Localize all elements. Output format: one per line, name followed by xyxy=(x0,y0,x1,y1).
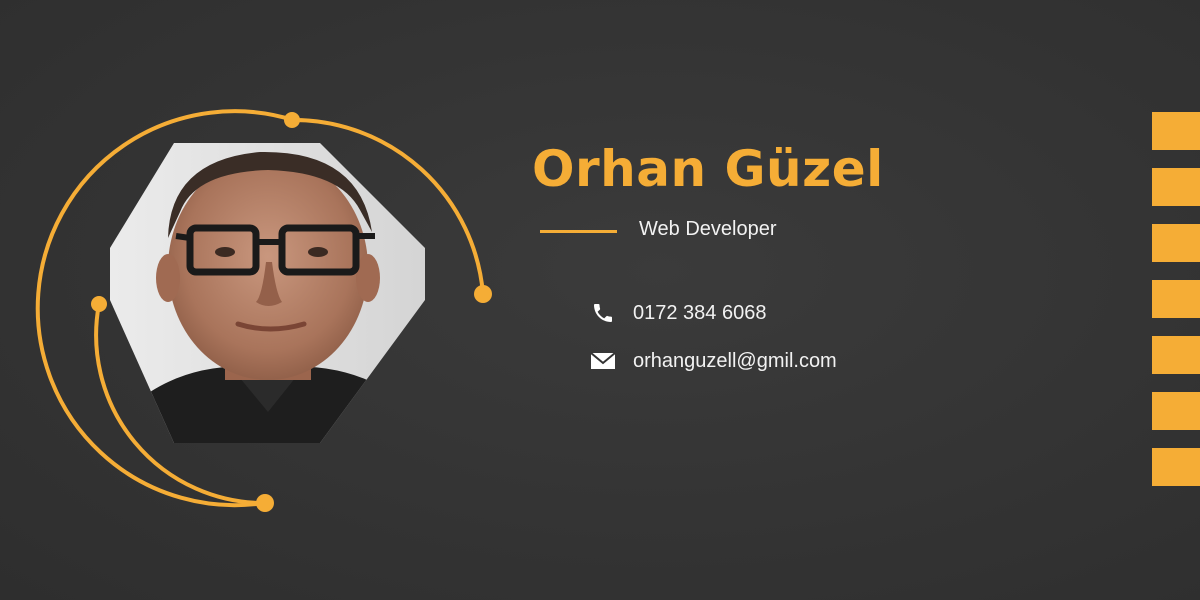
orbit-dot xyxy=(256,494,274,512)
email-contact[interactable]: orhanguzell@gmil.com xyxy=(590,348,837,374)
envelope-icon xyxy=(590,348,616,374)
stripe xyxy=(1152,280,1200,318)
stripe xyxy=(1152,168,1200,206)
title-divider xyxy=(540,230,617,233)
business-card: Orhan Güzel Web Developer 0172 384 6068 … xyxy=(0,0,1200,600)
stripe xyxy=(1152,224,1200,262)
decorative-stripes xyxy=(1152,112,1200,504)
stripe xyxy=(1152,448,1200,486)
phone-contact[interactable]: 0172 384 6068 xyxy=(590,300,766,326)
person-name: Orhan Güzel xyxy=(532,140,884,198)
phone-number: 0172 384 6068 xyxy=(633,301,767,324)
stripe xyxy=(1152,336,1200,374)
orbit-dot xyxy=(474,285,492,303)
orbit-dot xyxy=(284,112,300,128)
email-address: orhanguzell@gmil.com xyxy=(633,349,837,372)
orbit-dot xyxy=(91,296,107,312)
phone-icon xyxy=(590,300,616,326)
job-title: Web Developer xyxy=(639,218,777,240)
stripe xyxy=(1152,112,1200,150)
stripe xyxy=(1152,392,1200,430)
profile-photo xyxy=(110,143,425,443)
profile-photo-frame xyxy=(35,109,492,512)
